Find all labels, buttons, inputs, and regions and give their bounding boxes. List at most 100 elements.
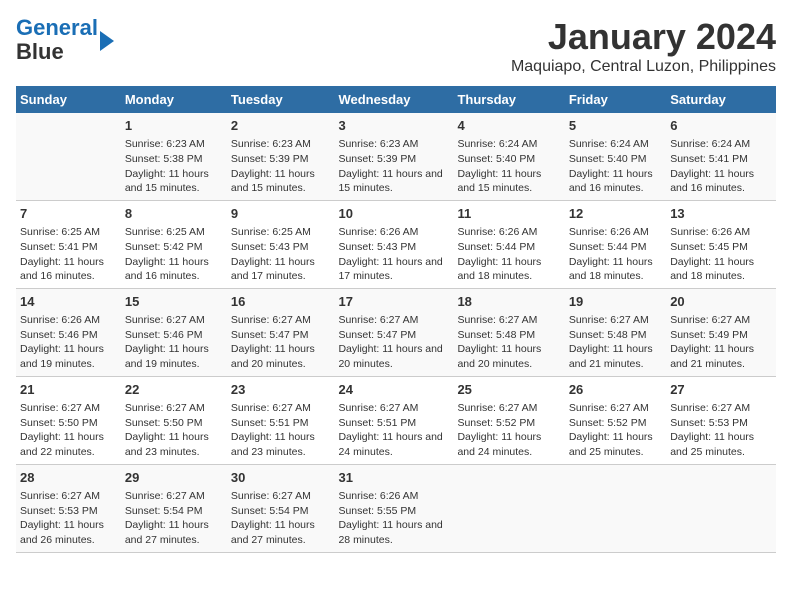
logo-blue: Blue <box>16 39 64 64</box>
calendar-cell <box>565 464 666 552</box>
sunrise-text: Sunrise: 6:27 AM <box>125 401 223 416</box>
calendar-title: January 2024 <box>511 16 776 58</box>
sunrise-text: Sunrise: 6:26 AM <box>670 225 772 240</box>
day-info: Sunrise: 6:27 AM Sunset: 5:50 PM Dayligh… <box>20 401 117 460</box>
day-number: 14 <box>20 293 117 311</box>
daylight-text: Daylight: 11 hours and 17 minutes. <box>338 255 449 284</box>
day-number: 16 <box>231 293 331 311</box>
sunset-text: Sunset: 5:52 PM <box>569 416 662 431</box>
day-number: 19 <box>569 293 662 311</box>
calendar-cell: 11 Sunrise: 6:26 AM Sunset: 5:44 PM Dayl… <box>453 200 564 288</box>
sunset-text: Sunset: 5:50 PM <box>125 416 223 431</box>
day-info: Sunrise: 6:27 AM Sunset: 5:47 PM Dayligh… <box>231 313 331 372</box>
sunrise-text: Sunrise: 6:27 AM <box>569 401 662 416</box>
day-info: Sunrise: 6:27 AM Sunset: 5:50 PM Dayligh… <box>125 401 223 460</box>
day-info: Sunrise: 6:23 AM Sunset: 5:39 PM Dayligh… <box>231 137 331 196</box>
daylight-text: Daylight: 11 hours and 18 minutes. <box>670 255 772 284</box>
header-thursday: Thursday <box>453 86 564 113</box>
header-tuesday: Tuesday <box>227 86 335 113</box>
day-number: 31 <box>338 469 449 487</box>
day-number: 22 <box>125 381 223 399</box>
sunrise-text: Sunrise: 6:26 AM <box>569 225 662 240</box>
calendar-cell: 14 Sunrise: 6:26 AM Sunset: 5:46 PM Dayl… <box>16 288 121 376</box>
day-info: Sunrise: 6:27 AM Sunset: 5:53 PM Dayligh… <box>20 489 117 548</box>
calendar-cell: 28 Sunrise: 6:27 AM Sunset: 5:53 PM Dayl… <box>16 464 121 552</box>
logo-arrow-icon <box>100 31 114 51</box>
daylight-text: Daylight: 11 hours and 15 minutes. <box>338 167 449 196</box>
sunrise-text: Sunrise: 6:27 AM <box>231 401 331 416</box>
sunset-text: Sunset: 5:47 PM <box>338 328 449 343</box>
sunrise-text: Sunrise: 6:27 AM <box>125 489 223 504</box>
calendar-cell: 26 Sunrise: 6:27 AM Sunset: 5:52 PM Dayl… <box>565 376 666 464</box>
day-info: Sunrise: 6:27 AM Sunset: 5:48 PM Dayligh… <box>457 313 560 372</box>
sunset-text: Sunset: 5:43 PM <box>231 240 331 255</box>
day-number: 28 <box>20 469 117 487</box>
daylight-text: Daylight: 11 hours and 16 minutes. <box>569 167 662 196</box>
day-number: 4 <box>457 117 560 135</box>
day-number: 30 <box>231 469 331 487</box>
day-number: 2 <box>231 117 331 135</box>
sunrise-text: Sunrise: 6:27 AM <box>20 489 117 504</box>
sunrise-text: Sunrise: 6:27 AM <box>338 401 449 416</box>
day-info: Sunrise: 6:26 AM Sunset: 5:46 PM Dayligh… <box>20 313 117 372</box>
day-info: Sunrise: 6:27 AM Sunset: 5:51 PM Dayligh… <box>231 401 331 460</box>
daylight-text: Daylight: 11 hours and 23 minutes. <box>231 430 331 459</box>
daylight-text: Daylight: 11 hours and 19 minutes. <box>20 342 117 371</box>
day-number: 29 <box>125 469 223 487</box>
calendar-cell: 9 Sunrise: 6:25 AM Sunset: 5:43 PM Dayli… <box>227 200 335 288</box>
sunset-text: Sunset: 5:51 PM <box>231 416 331 431</box>
calendar-cell: 16 Sunrise: 6:27 AM Sunset: 5:47 PM Dayl… <box>227 288 335 376</box>
sunset-text: Sunset: 5:41 PM <box>20 240 117 255</box>
sunrise-text: Sunrise: 6:26 AM <box>20 313 117 328</box>
daylight-text: Daylight: 11 hours and 27 minutes. <box>231 518 331 547</box>
day-info: Sunrise: 6:24 AM Sunset: 5:40 PM Dayligh… <box>569 137 662 196</box>
calendar-cell: 19 Sunrise: 6:27 AM Sunset: 5:48 PM Dayl… <box>565 288 666 376</box>
calendar-cell: 12 Sunrise: 6:26 AM Sunset: 5:44 PM Dayl… <box>565 200 666 288</box>
sunset-text: Sunset: 5:42 PM <box>125 240 223 255</box>
sunset-text: Sunset: 5:49 PM <box>670 328 772 343</box>
daylight-text: Daylight: 11 hours and 25 minutes. <box>569 430 662 459</box>
sunset-text: Sunset: 5:43 PM <box>338 240 449 255</box>
day-info: Sunrise: 6:23 AM Sunset: 5:38 PM Dayligh… <box>125 137 223 196</box>
day-info: Sunrise: 6:24 AM Sunset: 5:40 PM Dayligh… <box>457 137 560 196</box>
sunset-text: Sunset: 5:54 PM <box>125 504 223 519</box>
sunset-text: Sunset: 5:53 PM <box>20 504 117 519</box>
day-number: 13 <box>670 205 772 223</box>
sunrise-text: Sunrise: 6:24 AM <box>670 137 772 152</box>
daylight-text: Daylight: 11 hours and 15 minutes. <box>125 167 223 196</box>
day-info: Sunrise: 6:27 AM Sunset: 5:54 PM Dayligh… <box>231 489 331 548</box>
day-number: 23 <box>231 381 331 399</box>
header-sunday: Sunday <box>16 86 121 113</box>
daylight-text: Daylight: 11 hours and 16 minutes. <box>20 255 117 284</box>
calendar-week-row: 7 Sunrise: 6:25 AM Sunset: 5:41 PM Dayli… <box>16 200 776 288</box>
daylight-text: Daylight: 11 hours and 18 minutes. <box>457 255 560 284</box>
day-number: 27 <box>670 381 772 399</box>
sunrise-text: Sunrise: 6:27 AM <box>457 313 560 328</box>
day-info: Sunrise: 6:26 AM Sunset: 5:43 PM Dayligh… <box>338 225 449 284</box>
calendar-cell: 24 Sunrise: 6:27 AM Sunset: 5:51 PM Dayl… <box>334 376 453 464</box>
day-number: 6 <box>670 117 772 135</box>
calendar-cell: 27 Sunrise: 6:27 AM Sunset: 5:53 PM Dayl… <box>666 376 776 464</box>
day-info: Sunrise: 6:23 AM Sunset: 5:39 PM Dayligh… <box>338 137 449 196</box>
daylight-text: Daylight: 11 hours and 20 minutes. <box>338 342 449 371</box>
calendar-cell: 13 Sunrise: 6:26 AM Sunset: 5:45 PM Dayl… <box>666 200 776 288</box>
header-wednesday: Wednesday <box>334 86 453 113</box>
calendar-cell: 22 Sunrise: 6:27 AM Sunset: 5:50 PM Dayl… <box>121 376 227 464</box>
sunset-text: Sunset: 5:54 PM <box>231 504 331 519</box>
daylight-text: Daylight: 11 hours and 24 minutes. <box>457 430 560 459</box>
sunset-text: Sunset: 5:38 PM <box>125 152 223 167</box>
day-number: 24 <box>338 381 449 399</box>
day-info: Sunrise: 6:27 AM Sunset: 5:46 PM Dayligh… <box>125 313 223 372</box>
day-info: Sunrise: 6:27 AM Sunset: 5:53 PM Dayligh… <box>670 401 772 460</box>
calendar-week-row: 28 Sunrise: 6:27 AM Sunset: 5:53 PM Dayl… <box>16 464 776 552</box>
day-number: 10 <box>338 205 449 223</box>
day-info: Sunrise: 6:25 AM Sunset: 5:42 PM Dayligh… <box>125 225 223 284</box>
logo-general: General <box>16 15 98 40</box>
daylight-text: Daylight: 11 hours and 19 minutes. <box>125 342 223 371</box>
calendar-cell: 3 Sunrise: 6:23 AM Sunset: 5:39 PM Dayli… <box>334 113 453 200</box>
day-number: 17 <box>338 293 449 311</box>
sunrise-text: Sunrise: 6:25 AM <box>231 225 331 240</box>
calendar-cell: 1 Sunrise: 6:23 AM Sunset: 5:38 PM Dayli… <box>121 113 227 200</box>
sunrise-text: Sunrise: 6:23 AM <box>125 137 223 152</box>
sunrise-text: Sunrise: 6:27 AM <box>670 313 772 328</box>
